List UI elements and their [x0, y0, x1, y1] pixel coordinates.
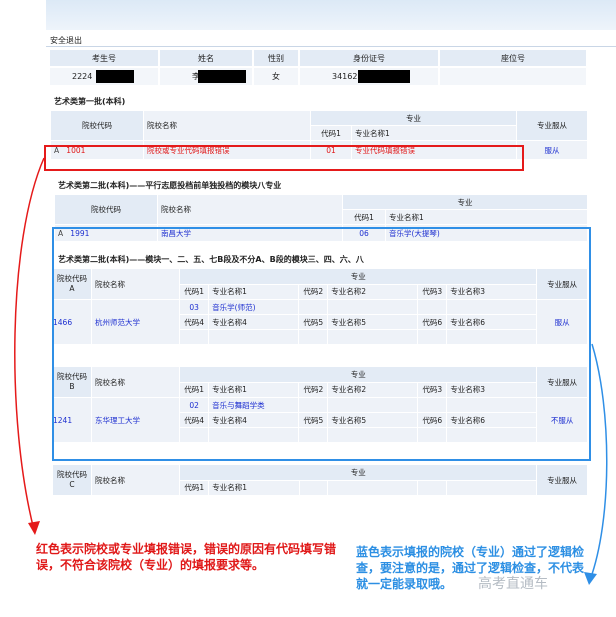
watermark: 高考直通车 [478, 576, 548, 592]
blue-arrow [589, 343, 608, 581]
annotation-arrows [14, 157, 608, 585]
red-explanation-note: 红色表示院校或专业填报错误，错误的原因有代码填写错误，不符合该院校（专业）的填报… [36, 542, 337, 572]
red-arrow [14, 157, 45, 531]
red-arrow-head [28, 521, 40, 535]
blue-explanation-note: 蓝色表示填报的院校（专业）通过了逻辑检查，要注意的是，通过了逻辑检查，不代表就一… [356, 545, 585, 591]
